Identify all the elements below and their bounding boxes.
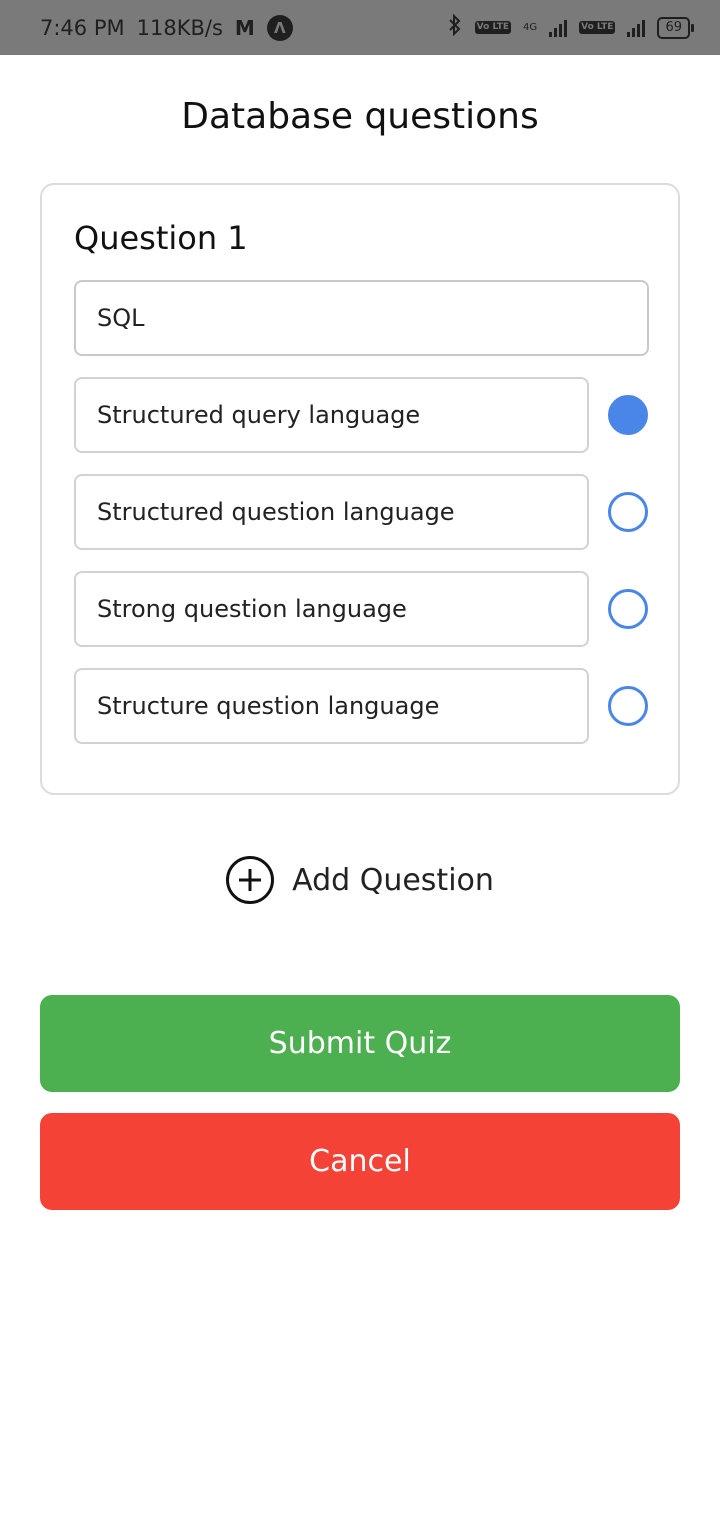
- network-type-label: 4G: [523, 22, 538, 33]
- add-circle-icon[interactable]: [226, 856, 275, 904]
- question-label: Question 1: [74, 219, 248, 257]
- option-field-2[interactable]: Structured question language: [74, 474, 589, 550]
- volte-icon: Vo LTE: [474, 21, 511, 34]
- page-title: Database questions: [181, 96, 539, 137]
- option-radio-4[interactable]: [608, 686, 648, 726]
- option-radio-1[interactable]: [608, 395, 648, 435]
- bluetooth-icon: [447, 13, 463, 41]
- option-radio-2[interactable]: [608, 492, 648, 532]
- cancel-button[interactable]: Cancel: [40, 1113, 680, 1210]
- status-network-speed: 118KB/s: [136, 15, 223, 40]
- status-time: 7:46 PM: [40, 15, 125, 40]
- navigation-app-icon: Λ: [266, 14, 293, 41]
- gmail-icon: M: [234, 15, 255, 40]
- submit-quiz-button[interactable]: Submit Quiz: [40, 995, 680, 1092]
- option-field-1[interactable]: Structured query language: [74, 377, 589, 453]
- status-bar-left: 7:46 PM 118KB/s M Λ: [40, 14, 293, 41]
- volte-icon-2: Vo LTE: [579, 21, 616, 34]
- add-question-button[interactable]: Add Question: [0, 856, 720, 904]
- status-bar: 7:46 PM 118KB/s M Λ Vo LTE 4G Vo LTE 69: [0, 0, 720, 55]
- signal-strength-icon: [549, 19, 568, 37]
- option-radio-3[interactable]: [608, 589, 648, 629]
- status-bar-right: Vo LTE 4G Vo LTE 69: [447, 13, 694, 41]
- option-field-3[interactable]: Strong question language: [74, 571, 589, 647]
- question-text-field[interactable]: SQL: [74, 280, 649, 356]
- option-field-4[interactable]: Structure question language: [74, 668, 589, 744]
- signal-strength-icon-2: [627, 19, 646, 37]
- add-question-label[interactable]: Add Question: [292, 863, 494, 898]
- battery-icon: 69: [657, 16, 694, 39]
- question-card: Question 1 SQL Structured query language…: [40, 183, 680, 795]
